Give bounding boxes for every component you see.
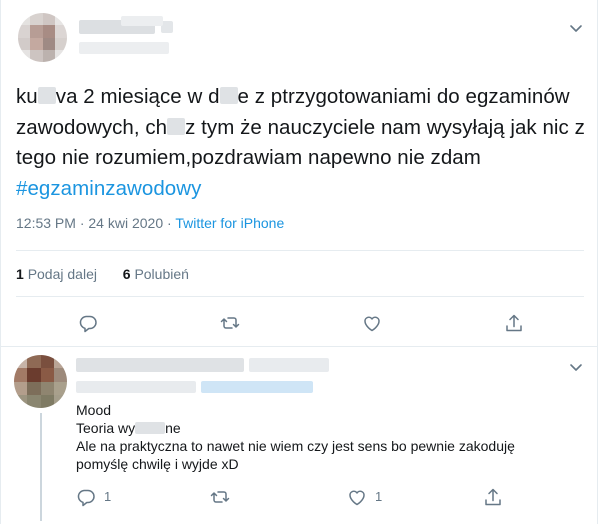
reply-author-avatar[interactable]	[14, 355, 67, 408]
divider	[16, 250, 584, 251]
retweet-label: Podaj dalej	[27, 266, 97, 282]
reply-to-redacted[interactable]	[76, 381, 196, 393]
tweet-stats: 1 Podaj dalej 6 Polubień	[16, 266, 189, 282]
redacted-word	[135, 422, 166, 434]
retweet-stat[interactable]: 1 Podaj dalej	[16, 266, 97, 282]
tweet-meta: 12:53 PM · 24 kwi 2020 · Twitter for iPh…	[16, 215, 284, 231]
tweet-text-2: va 2 miesiące w d	[55, 85, 220, 108]
reply-icon[interactable]	[78, 313, 98, 333]
redacted-word	[167, 117, 186, 135]
like-label: Polubień	[134, 266, 189, 282]
tweet-text-1: ku	[16, 85, 38, 108]
redacted-word	[219, 87, 238, 104]
chevron-down-icon[interactable]	[568, 20, 584, 36]
reply-retweet-icon[interactable]	[210, 487, 230, 507]
reply-line-4: pomyślę chwilę i wyjde xD	[76, 456, 239, 472]
reply-line-2a: Teoria wy	[76, 420, 136, 436]
reply-reply-icon[interactable]	[76, 487, 96, 507]
like-stat[interactable]: 6 Polubień	[123, 266, 189, 282]
like-count: 6	[122, 266, 131, 282]
retweet-count: 1	[16, 266, 24, 282]
divider	[16, 296, 584, 297]
tweet-time[interactable]: 12:53 PM	[16, 215, 76, 231]
meta-separator: ·	[163, 215, 176, 231]
reply-chevron-down-icon[interactable]	[568, 359, 584, 375]
tweet-source[interactable]: Twitter for iPhone	[175, 215, 284, 231]
redacted-word	[37, 87, 56, 104]
hashtag-link[interactable]: #egzaminzawodowy	[16, 177, 201, 200]
tweet-text: ku va 2 miesiące w de z ptrzygotowaniami …	[16, 82, 586, 204]
reply-to-handle-redacted[interactable]	[201, 381, 313, 393]
reply-like-icon[interactable]	[347, 487, 367, 507]
divider	[1, 346, 598, 347]
reply-reply-count: 1	[104, 489, 112, 504]
reply-line-3: Ale na praktyczna to nawet nie wiem czy …	[76, 438, 515, 454]
tweet-card: ku va 2 miesiące w de z ptrzygotowaniami …	[0, 0, 598, 524]
author-name-redacted-3[interactable]	[121, 16, 163, 26]
reply-line-2: Teoria wy ne	[76, 419, 181, 438]
reply-share-icon[interactable]	[483, 487, 503, 507]
retweet-icon[interactable]	[220, 313, 240, 333]
author-handle-redacted[interactable]	[79, 42, 169, 54]
thread-line	[40, 413, 42, 521]
tweet-date[interactable]: 24 kwi 2020	[88, 215, 163, 231]
like-icon[interactable]	[362, 313, 382, 333]
meta-separator: ·	[75, 215, 89, 231]
reply-author-redacted-2[interactable]	[249, 358, 329, 372]
reply-line-1: Mood	[76, 402, 112, 418]
share-icon[interactable]	[504, 313, 524, 333]
author-avatar[interactable]	[18, 13, 67, 62]
reply-author-redacted[interactable]	[76, 358, 244, 372]
reply-line-2b: ne	[165, 420, 181, 436]
reply-like-count: 1	[375, 489, 383, 504]
